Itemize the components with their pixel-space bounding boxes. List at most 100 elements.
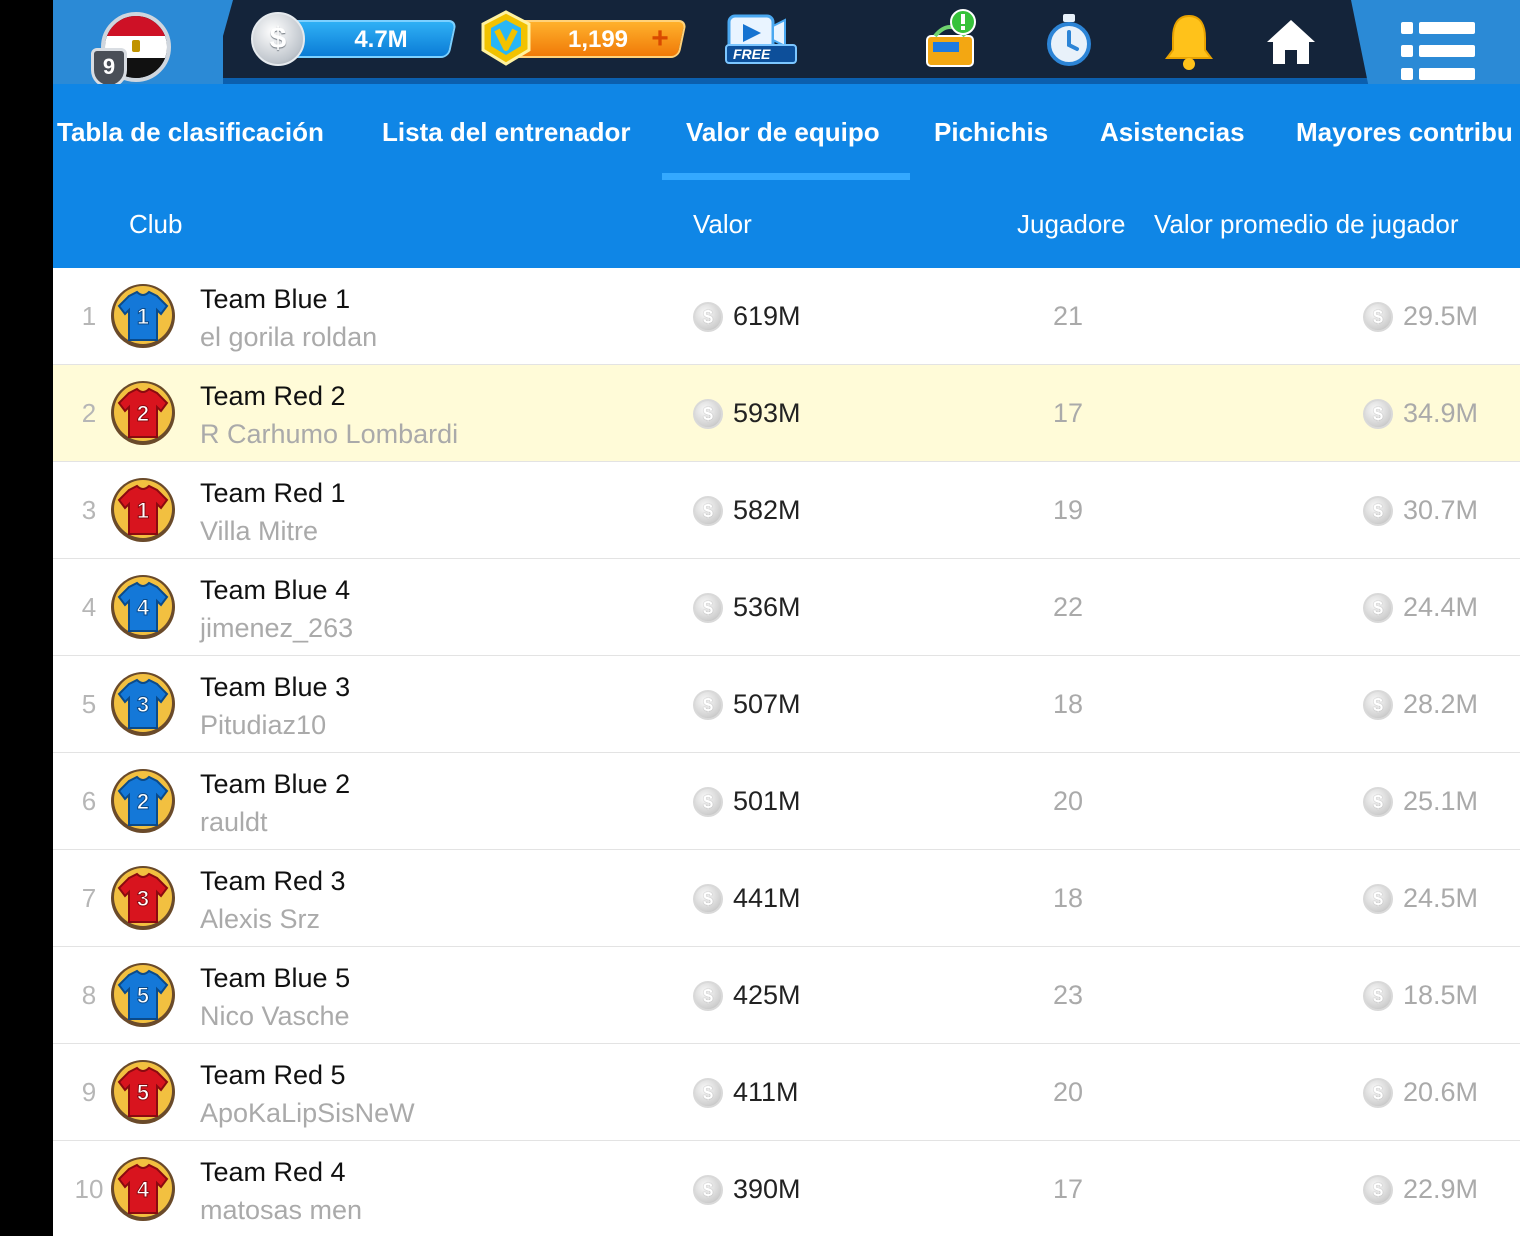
manager-name[interactable]: jimenez_263 [200, 613, 353, 644]
coin-icon: $ [1363, 496, 1393, 526]
active-tab-indicator [662, 173, 910, 180]
team-kit-icon: 2 [111, 381, 175, 445]
average-player-value: 24.4M [1403, 592, 1479, 622]
team-kit-icon: 1 [111, 284, 175, 348]
column-header-club[interactable]: Club [129, 180, 182, 268]
kit-number: 2 [137, 401, 149, 426]
column-header-avg-value[interactable]: Valor promedio de jugador [1154, 180, 1458, 268]
team-name[interactable]: Team Blue 3 [200, 672, 350, 703]
level-badge: 9 [91, 48, 127, 88]
bell-icon[interactable] [1159, 8, 1219, 72]
table-row[interactable]: 1 1 Team Blue 1 el gorila roldan $619M 21 $29.… [53, 268, 1520, 365]
rank-number: 7 [81, 883, 97, 913]
kit-number: 1 [137, 304, 149, 329]
rank-number: 3 [81, 495, 97, 525]
team-value: 507M [733, 689, 801, 719]
average-player-value: 30.7M [1403, 495, 1479, 525]
table-row[interactable]: 7 3 Team Red 3 Alexis Srz $441M 18 $24.5M [53, 850, 1520, 947]
app-window: 9 $ 4.7M 1,199 + FREE Tabla de clasifica… [53, 0, 1520, 1236]
coin-icon: $ [693, 302, 723, 332]
table-row[interactable]: 4 4 Team Blue 4 jimenez_263 $536M 22 $24.4M [53, 559, 1520, 656]
team-name[interactable]: Team Red 2 [200, 381, 346, 412]
average-player-value: 20.6M [1403, 1077, 1479, 1107]
coin-icon: $ [693, 593, 723, 623]
rank-number: 2 [81, 398, 97, 428]
home-icon[interactable] [1261, 8, 1321, 72]
team-name[interactable]: Team Blue 4 [200, 575, 350, 606]
tab-lista-del-entrenador[interactable]: Lista del entrenador [382, 84, 631, 180]
average-player-value: 25.1M [1403, 786, 1479, 816]
team-kit-icon: 2 [111, 769, 175, 833]
coin-icon: $ [693, 981, 723, 1011]
manager-name[interactable]: Nico Vasche [200, 1001, 350, 1032]
team-name[interactable]: Team Blue 2 [200, 769, 350, 800]
team-kit-icon: 5 [111, 1060, 175, 1124]
kit-number: 1 [137, 498, 149, 523]
rank-number: 9 [81, 1077, 97, 1107]
team-kit-icon: 5 [111, 963, 175, 1027]
add-boss-coins-button[interactable]: + [647, 22, 673, 56]
table-row[interactable]: 9 5 Team Red 5 ApoKaLipSisNeW $411M 20 $20.6M [53, 1044, 1520, 1141]
team-name[interactable]: Team Red 5 [200, 1060, 346, 1091]
kit-number: 3 [137, 886, 149, 911]
team-kit-icon: 4 [111, 575, 175, 639]
boss-coins-balance: 1,199 [567, 26, 629, 53]
column-header-players[interactable]: Jugadore [1017, 180, 1125, 268]
team-value: 425M [733, 980, 801, 1010]
kit-number: 4 [137, 595, 150, 620]
coin-icon: $ [693, 496, 723, 526]
team-value: 411M [733, 1077, 799, 1107]
coin-icon: $ [1363, 690, 1393, 720]
player-count: 20 [1052, 786, 1084, 816]
coin-icon: $ [1363, 1078, 1393, 1108]
team-name[interactable]: Team Red 1 [200, 478, 346, 509]
table-row[interactable]: 6 2 Team Blue 2 rauldt $501M 20 $25.1M [53, 753, 1520, 850]
team-name[interactable]: Team Blue 5 [200, 963, 350, 994]
stopwatch-icon[interactable] [1039, 8, 1099, 72]
manager-name[interactable]: R Carhumo Lombardi [200, 419, 458, 450]
table-row[interactable]: 3 1 Team Red 1 Villa Mitre $582M 19 $30.7M [53, 462, 1520, 559]
team-value-table: 1 1 Team Blue 1 el gorila roldan $619M 21 $29.… [53, 268, 1520, 1236]
player-count: 21 [1052, 301, 1084, 331]
team-name[interactable]: Team Red 4 [200, 1157, 346, 1188]
manager-name[interactable]: Pitudiaz10 [200, 710, 326, 741]
manager-name[interactable]: el gorila roldan [200, 322, 377, 353]
manager-name[interactable]: Alexis Srz [200, 904, 320, 935]
table-row[interactable]: 10 4 Team Red 4 matosas men $390M 17 $22.9M [53, 1141, 1520, 1236]
tab-pichichis[interactable]: Pichichis [934, 84, 1048, 180]
team-kit-icon: 1 [111, 478, 175, 542]
tab-tabla-de-clasificacion[interactable]: Tabla de clasificación [57, 84, 324, 180]
table-row[interactable]: 5 3 Team Blue 3 Pitudiaz10 $507M 18 $28.2M [53, 656, 1520, 753]
coin-icon: $ [1363, 981, 1393, 1011]
team-value: 390M [733, 1174, 801, 1204]
team-kit-icon: 3 [111, 866, 175, 930]
team-value: 441M [733, 883, 801, 913]
team-value: 501M [733, 786, 801, 816]
column-header-value[interactable]: Valor [693, 180, 752, 268]
average-player-value: 22.9M [1403, 1174, 1479, 1204]
rank-number: 1 [81, 301, 97, 331]
team-name[interactable]: Team Red 3 [200, 866, 346, 897]
team-name[interactable]: Team Blue 1 [200, 284, 350, 315]
team-value: 619M [733, 301, 801, 331]
tab-mayores-contribuyentes[interactable]: Mayores contribu [1296, 84, 1513, 180]
osm-store-icon[interactable] [921, 8, 981, 72]
coin-icon: $ [693, 1078, 723, 1108]
coin-icon: $ [693, 884, 723, 914]
table-row[interactable]: 2 2 Team Red 2 R Carhumo Lombardi $593M 17 $34… [53, 365, 1520, 462]
manager-name[interactable]: ApoKaLipSisNeW [200, 1098, 415, 1129]
table-row[interactable]: 8 5 Team Blue 5 Nico Vasche $425M 23 $18.5M [53, 947, 1520, 1044]
coin-icon: $ [1363, 399, 1393, 429]
table-header: Club Valor Jugadore Valor promedio de ju… [53, 180, 1520, 268]
tab-valor-de-equipo[interactable]: Valor de equipo [686, 84, 880, 180]
coin-icon: $ [693, 399, 723, 429]
manager-name[interactable]: matosas men [200, 1195, 362, 1226]
team-value: 536M [733, 592, 801, 622]
tab-asistencias[interactable]: Asistencias [1100, 84, 1245, 180]
coin-icon: $ [1363, 787, 1393, 817]
average-player-value: 24.5M [1403, 883, 1479, 913]
manager-name[interactable]: Villa Mitre [200, 516, 318, 547]
menu-icon[interactable] [1401, 22, 1475, 80]
kit-number: 4 [137, 1177, 150, 1202]
manager-name[interactable]: rauldt [200, 807, 268, 838]
